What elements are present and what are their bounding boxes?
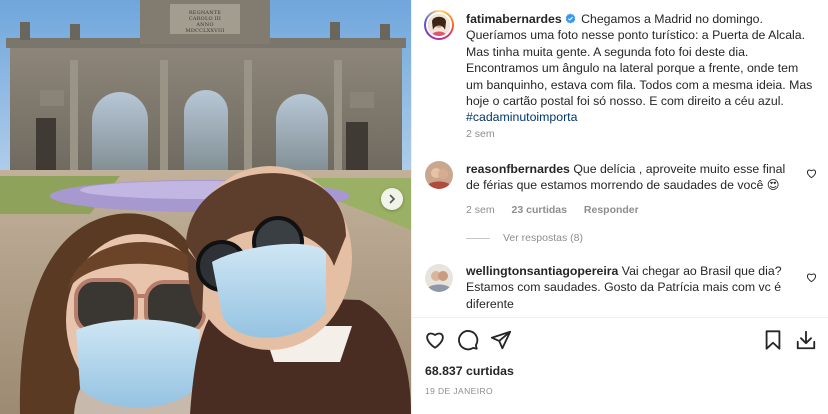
actions-divider — [412, 317, 828, 318]
post-photo[interactable]: REGNANTE CAROLO III ANNO MDCCLXXVIII — [0, 0, 411, 414]
comment-like-heart-icon[interactable] — [806, 272, 817, 283]
monument-inscription: REGNANTE CAROLO III ANNO MDCCLXXVIII — [185, 10, 225, 34]
selfie-at-puerta-de-alcala — [0, 0, 411, 414]
avatar-image — [425, 161, 453, 189]
view-replies-button[interactable]: Ver respostas (8) — [466, 232, 583, 244]
post-date: 19 DE JANEIRO — [425, 386, 494, 396]
comment-age: 2 sem — [466, 204, 495, 216]
paper-plane-icon[interactable] — [490, 329, 512, 351]
comment-username[interactable]: wellingtonsantiagopereira — [466, 264, 618, 278]
comment-likes[interactable]: 23 curtidas — [512, 204, 567, 216]
author-avatar[interactable] — [424, 10, 454, 40]
avatar-image — [428, 14, 450, 36]
comment-meta: 2 sem 23 curtidas Responder — [466, 204, 653, 216]
download-icon[interactable] — [795, 329, 817, 351]
commenter-avatar[interactable] — [425, 161, 453, 189]
avatar-image — [425, 264, 453, 292]
heart-icon[interactable] — [424, 329, 446, 351]
caption-hashtag[interactable]: #cadaminutoimporta — [466, 110, 577, 124]
comment-item: wellingtonsantiagopereira Vai chegar ao … — [466, 263, 796, 312]
post-caption: fatimabernardes Chegamos a Madrid no dom… — [466, 11, 816, 126]
carousel-next-button[interactable] — [381, 188, 403, 210]
author-username[interactable]: fatimabernardes — [466, 12, 562, 26]
reply-button[interactable]: Responder — [584, 204, 639, 216]
commenter-avatar[interactable] — [425, 264, 453, 292]
comment-item: reasonfbernardes Que delícia , aproveite… — [466, 161, 796, 194]
chevron-right-icon — [389, 194, 396, 204]
comment-like-heart-icon[interactable] — [806, 168, 817, 179]
comment-icon[interactable] — [457, 329, 479, 351]
view-replies-label: Ver respostas (8) — [503, 232, 583, 244]
caption-text: Chegamos a Madrid no domingo. Queríamos … — [466, 12, 813, 109]
instagram-post: REGNANTE CAROLO III ANNO MDCCLXXVIII fat… — [0, 0, 828, 414]
verified-badge-icon — [565, 13, 575, 24]
post-age: 2 sem — [466, 128, 495, 140]
bookmark-icon[interactable] — [762, 329, 784, 351]
comment-username[interactable]: reasonfbernardes — [466, 162, 570, 176]
post-like-count[interactable]: 68.837 curtidas — [425, 364, 514, 378]
replies-divider — [466, 237, 490, 239]
